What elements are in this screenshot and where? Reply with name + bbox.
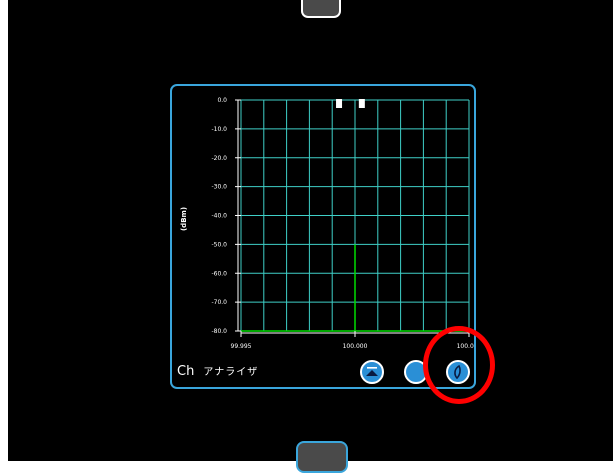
x-axis-ticks: 99.995 100.000 100.005 <box>231 331 474 350</box>
x-tick-label: 100.000 <box>343 343 368 350</box>
y-tick-label: -40.0 <box>211 213 227 220</box>
channel-analyzer-panel: 0.0 -10.0 -20.0 -30.0 -40.0 -50.0 -60.0 -70.0 -8… <box>170 84 476 389</box>
leaf-icon <box>454 364 461 380</box>
x-tick-label: 100.005 <box>457 343 474 350</box>
y-tick-label: -80.0 <box>211 328 227 335</box>
y-tick-label: -10.0 <box>211 126 227 133</box>
collapse-button[interactable] <box>360 360 384 384</box>
top-handle-tab[interactable] <box>301 0 341 18</box>
marker-bar <box>336 99 343 108</box>
bottom-handle-tab[interactable] <box>296 441 348 473</box>
device-screen: 0.0 -10.0 -20.0 -30.0 -40.0 -50.0 -60.0 -70.0 -8… <box>8 0 613 473</box>
y-tick-label: -70.0 <box>211 299 227 306</box>
y-tick-label: -60.0 <box>211 270 227 277</box>
spectrum-chart: 0.0 -10.0 -20.0 -30.0 -40.0 -50.0 -60.0 -70.0 -8… <box>180 97 474 350</box>
y-tick-label: -50.0 <box>211 241 227 248</box>
collapse-up-icon <box>366 367 378 376</box>
circle-icon <box>413 369 419 375</box>
leaf-button[interactable] <box>446 360 470 384</box>
y-tick-label: -30.0 <box>211 184 227 191</box>
chart-trace-layer <box>241 244 469 332</box>
channel-mode-label: Ch アナライザ <box>177 360 258 379</box>
y-tick-label: -20.0 <box>211 155 227 162</box>
y-axis-ticks: 0.0 -10.0 -20.0 -30.0 -40.0 -50.0 -60.0 -70.0 -8… <box>211 97 241 335</box>
x-tick-label: 99.995 <box>231 343 252 350</box>
spectrum-trace <box>241 244 469 332</box>
y-axis-label: (dBm) <box>180 207 188 231</box>
middle-round-button[interactable] <box>404 360 428 384</box>
mode-label: アナライザ <box>203 367 259 378</box>
channel-label: Ch <box>177 364 195 379</box>
y-tick-label: 0.0 <box>217 97 227 104</box>
marker-bar <box>358 99 365 108</box>
